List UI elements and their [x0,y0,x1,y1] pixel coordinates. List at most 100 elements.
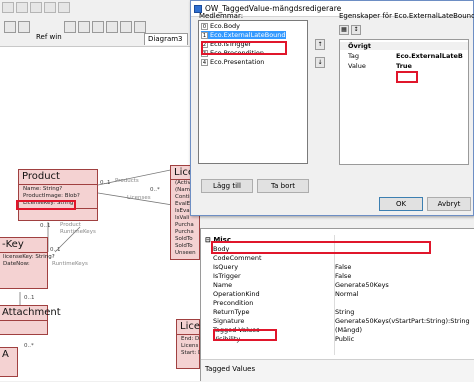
class-attachment[interactable]: Attachment [0,305,61,335]
class-attribute: (Activ [175,180,191,186]
property-key: Value [348,62,366,70]
multiplicity-label: 0..* [150,187,160,193]
toolbar-icon-7[interactable] [120,21,132,33]
property-row[interactable]: Precondition [213,299,473,308]
property-row[interactable]: Signature Generate50Keys(vStartPart:Strin… [213,317,473,326]
highlight-licensekey [16,200,76,210]
property-value[interactable]: Eco.ExternalLateB [396,52,463,60]
ref-win-label: Ref win [36,33,62,41]
member-label: Eco.ExternalLateBound [210,31,286,39]
class-a-partial[interactable]: A [0,347,18,377]
property-value[interactable]: Normal [335,290,359,299]
class-attribute: EvalE [175,201,191,207]
multiplicity-label: 0..1 [24,295,35,301]
class-separator [19,184,97,185]
toolbar-icon-3[interactable] [64,21,76,33]
toolbar-icon-6[interactable] [106,21,118,33]
member-index: 4 [201,58,208,66]
class-license-lower[interactable]: Licen End: Da Licens Start: D [176,319,206,369]
class-attribute: Name: String? [23,186,63,192]
property-row[interactable]: IsQuery False [213,263,473,272]
properties-toolbar: ▦ ↕ [339,25,369,37]
multiplicity-label: 0..1 [100,180,111,186]
property-row[interactable]: OperationKind Normal [213,290,473,299]
property-value[interactable]: (Mängd) [335,326,362,335]
property-key: Signature [213,317,245,325]
cancel-button[interactable]: Avbryt [427,197,471,211]
property-key: OperationKind [213,290,260,298]
class-attribute: SoldTo [175,236,193,242]
property-value[interactable]: False [335,272,351,281]
property-value[interactable]: Generate50Keys [335,281,389,290]
property-row[interactable]: IsTrigger False [213,272,473,281]
property-value[interactable]: Generate50Keys(vStartPart:String):String [335,317,470,326]
class-attribute: Purcha [175,222,194,228]
role-products: Products [115,178,139,184]
member-index: 0 [201,22,208,30]
multiplicity-label: 0..1 [50,247,61,253]
role-licenses: Licenses [127,195,151,201]
property-key: IsQuery [213,263,239,271]
property-key: CodeComment [213,254,262,262]
toolbar-icon-2[interactable] [18,21,30,33]
properties-label: Egenskaper för Eco.ExternalLateBound: [339,12,474,20]
properties-grid[interactable]: Övrigt Tag Eco.ExternalLateB Value True [339,39,469,165]
property-value[interactable]: True [396,62,412,70]
toolbar-icon-1[interactable] [4,21,16,33]
property-row[interactable]: Name Generate50Keys [213,281,473,290]
class-separator [0,320,47,321]
member-item-selected[interactable]: 1 Eco.ExternalLateBound [201,31,286,39]
toolbar-icon-8[interactable] [134,21,146,33]
alphabetical-icon[interactable]: ↕ [351,25,361,35]
class-attribute: IsEval [175,208,192,214]
toolbar-button-5[interactable] [58,2,70,13]
property-value[interactable]: Public [335,335,354,344]
role-runtimekeys: RuntimeKeys [60,229,96,235]
tab-diagram3[interactable]: Diagram3 [144,33,188,45]
class-runtime-key[interactable]: -Key licenseKey: String? DateNow: [0,237,55,289]
property-category[interactable]: Övrigt [340,42,468,50]
property-key: ReturnType [213,308,250,316]
property-row[interactable]: ReturnType String [213,308,473,317]
toolbar-button-1[interactable] [2,2,14,13]
diagram-canvas[interactable]: Product Name: String? ProductImage: Blob… [0,46,206,381]
class-attribute: Purcha [175,229,194,235]
class-attribute: licenseKey: String? [3,254,55,260]
member-item[interactable]: 4 Eco.Presentation [201,58,264,66]
move-up-button[interactable]: ↑ [315,39,325,50]
class-title: A [2,349,9,360]
multiplicity-label: 0..1 [40,223,51,229]
remove-button[interactable]: Ta bort [257,179,309,193]
property-value[interactable]: String [335,308,354,317]
member-index: 1 [201,31,208,39]
class-attribute: Licens [181,343,199,349]
class-separator [177,334,199,335]
class-product[interactable]: Product Name: String? ProductImage: Blob… [18,169,98,221]
property-row-value[interactable]: Value True [348,62,468,70]
toolbar-button-3[interactable] [30,2,42,13]
operation-property-grid[interactable]: ⊟ Misc Body CodeComment IsQuery False IsT… [200,228,474,382]
member-label: Eco.Body [210,22,241,30]
toolbar-icon-5[interactable] [92,21,104,33]
class-title: Product [22,171,60,182]
class-title: -Key [2,239,24,250]
move-down-button[interactable]: ↓ [315,57,325,68]
property-key: Tag [348,52,360,60]
description-title: Tagged Values [205,365,256,373]
highlight-tagged-values-row [213,329,277,341]
categorized-icon[interactable]: ▦ [339,25,349,35]
property-row-tag[interactable]: Tag Eco.ExternalLateB [348,52,468,60]
property-row[interactable]: CodeComment [213,254,473,263]
toolbar-button-2[interactable] [16,2,28,13]
property-key: Precondition [213,299,254,307]
members-label: Medlemmar: [199,12,244,20]
class-title: Attachment [2,307,61,318]
toolbar-icon-4[interactable] [78,21,90,33]
add-button[interactable]: Lägg till [201,179,253,193]
property-value[interactable]: False [335,263,351,272]
ok-button[interactable]: OK [379,197,423,211]
tagged-value-dialog[interactable]: OW_TaggedValue-mängdsredigerare Medlemma… [190,0,474,216]
toolbar-button-4[interactable] [44,2,56,13]
member-item[interactable]: 0 Eco.Body [201,22,240,30]
class-attribute: SoldTo [175,243,193,249]
